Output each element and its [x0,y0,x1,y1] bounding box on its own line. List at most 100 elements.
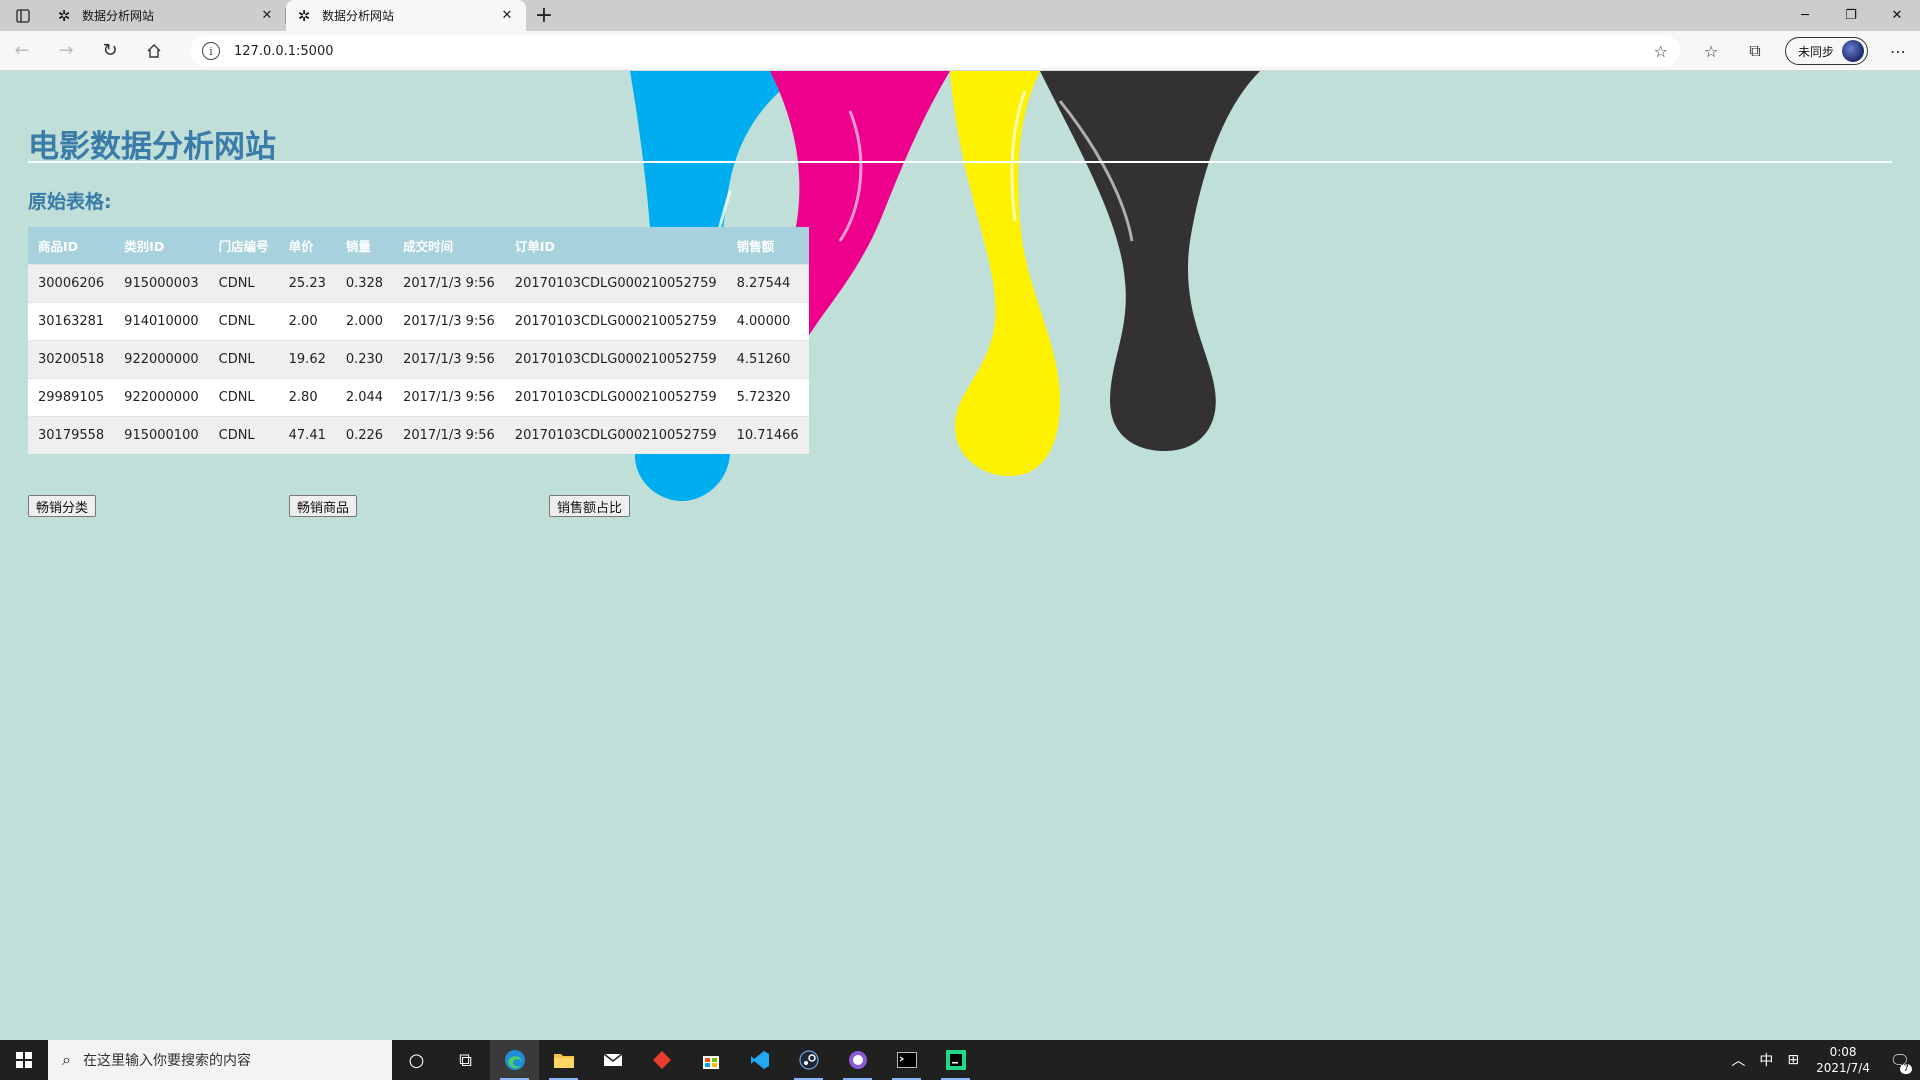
new-tab-button[interactable]: + [526,0,562,31]
search-placeholder: 在这里输入你要搜索的内容 [82,1053,251,1069]
terminal-taskbar-icon[interactable] [882,1040,931,1080]
tab-actions-button[interactable] [0,0,46,31]
back-button[interactable]: ← [0,34,44,68]
table-cell: 2.00 [278,301,336,340]
search-icon: ⌕ [62,1050,71,1069]
edge-icon [504,1050,525,1070]
action-center-icon[interactable]: 🗨 7 [1880,1040,1920,1080]
home-icon [147,43,161,58]
start-button[interactable] [0,1040,48,1080]
column-header-sales-amount: 销售额 [736,238,775,254]
system-tray: ︿ 中 ⊞ 0:08 2021/7/4 🗨 7 [1724,1040,1920,1080]
cortana-icon[interactable]: ○ [392,1040,441,1080]
table-cell: 10.71466 [726,415,809,454]
restore-button[interactable]: ❐ [1828,0,1874,31]
taskbar-clock[interactable]: 0:08 2021/7/4 [1806,1044,1880,1076]
profile-button[interactable]: 未同步 [1784,37,1868,65]
office-icon [652,1051,671,1069]
table-cell: 2017/1/3 9:56 [393,263,505,302]
minimize-button[interactable]: ─ [1782,0,1828,31]
address-bar[interactable]: i 127.0.0.1:5000 ☆ [190,35,1680,67]
table-cell: CDNL [208,415,279,454]
close-window-button[interactable]: ✕ [1874,0,1920,31]
avatar [1842,40,1864,62]
vscode-icon [750,1051,769,1069]
pycharm-icon [945,1050,966,1070]
table-cell: CDNL [208,301,279,340]
browser-tab-1[interactable]: ✲ 数据分析网站 ✕ [46,0,286,31]
table-cell: 915000100 [114,415,209,454]
pycharm-taskbar-icon[interactable] [931,1040,980,1080]
title-divider [28,161,1892,163]
tab-actions-icon [16,8,30,23]
vscode-taskbar-icon[interactable] [735,1040,784,1080]
table-cell: 914010000 [114,301,209,340]
table-cell: 30179558 [28,415,115,454]
folder-icon [553,1054,574,1068]
table-cell: 8.27544 [726,263,809,302]
table-cell: CDNL [208,339,279,378]
tab-close-icon[interactable]: ✕ [258,7,276,25]
column-header-product-id: 商品ID [38,238,79,254]
browser-tab-2[interactable]: ✲ 数据分析网站 ✕ [286,0,526,31]
notification-count-badge: 7 [1900,1064,1912,1074]
sales-share-button[interactable]: 销售额占比 [549,495,631,517]
table-cell: 2017/1/3 9:56 [393,339,505,378]
clock-date: 2021/7/4 [1816,1061,1870,1075]
more-menu-icon[interactable]: ⋯ [1876,34,1920,68]
store-bag-icon [702,1056,719,1069]
github-desktop-taskbar-icon[interactable] [833,1040,882,1080]
site-info-icon[interactable]: i [202,42,220,60]
store-taskbar-icon[interactable] [686,1040,735,1080]
table-cell: 2.000 [335,301,394,340]
raw-data-table: 商品ID 类别ID 门店编号 单价 销量 成交时间 订单ID 销售额 30006… [28,227,809,454]
table-cell: 915000003 [114,263,209,302]
task-view-icon[interactable]: ⧉ [441,1040,490,1080]
window-controls: ─ ❐ ✕ [1782,0,1920,31]
tab-title: 数据分析网站 [82,9,155,23]
table-cell: CDNL [208,377,279,416]
taskbar-search-box[interactable]: ⌕ 在这里输入你要搜索的内容 [48,1040,392,1080]
table-cell: 19.62 [278,339,336,378]
table-header-row: 商品ID 类别ID 门店编号 单价 销量 成交时间 订单ID 销售额 [28,227,809,264]
table-cell: 30006206 [28,263,115,302]
mail-taskbar-icon[interactable] [588,1040,637,1080]
top-products-button[interactable]: 畅销商品 [289,495,358,517]
home-button[interactable] [132,34,176,68]
table-cell: 2017/1/3 9:56 [393,377,505,416]
show-hidden-icons-chevron-icon[interactable]: ︿ [1724,1050,1752,1070]
ime-indicator[interactable]: 中 [1752,1050,1780,1070]
page-title: 电影数据分析网站 [28,129,276,165]
add-favorite-icon[interactable]: ☆ [1654,42,1668,61]
table-cell: 20170103CDLG000210052759 [504,377,727,416]
steam-taskbar-icon[interactable] [784,1040,833,1080]
table-cell: 922000000 [114,377,209,416]
mail-icon [603,1053,622,1066]
table-cell: 29989105 [28,377,115,416]
office-taskbar-icon[interactable] [637,1040,686,1080]
table-subheading: 原始表格: [28,191,112,213]
column-header-order-id: 订单ID [514,238,555,254]
profile-sync-label: 未同步 [1797,44,1834,59]
steam-icon [798,1050,819,1070]
windows-taskbar: ⌕ 在这里输入你要搜索的内容 ○ ⧉ ︿ 中 ⊞ 0:08 2021/7/4 🗨… [0,1040,1920,1080]
github-icon [848,1051,867,1069]
refresh-button[interactable]: ↻ [88,34,132,68]
forward-button[interactable]: → [44,34,88,68]
table-cell: 0.230 [335,339,394,378]
edge-taskbar-icon[interactable] [490,1040,539,1080]
tab-close-icon[interactable]: ✕ [498,7,516,25]
favorites-icon[interactable]: ☆ [1689,34,1733,68]
table-cell: 30163281 [28,301,115,340]
ime-mode-icon[interactable]: ⊞ [1780,1052,1806,1068]
file-explorer-taskbar-icon[interactable] [539,1040,588,1080]
table-cell: 2017/1/3 9:56 [393,415,505,454]
table-cell: 4.51260 [726,339,809,378]
table-cell: 2.80 [278,377,336,416]
collections-icon[interactable]: ⧉ [1733,34,1777,68]
table-cell: 20170103CDLG000210052759 [504,339,727,378]
table-row: 30006206 915000003 CDNL 25.23 0.328 2017… [28,263,809,302]
column-header-store-code: 门店编号 [218,238,269,254]
table-row: 30179558 915000100 CDNL 47.41 0.226 2017… [28,415,809,454]
top-categories-button[interactable]: 畅销分类 [28,495,97,517]
